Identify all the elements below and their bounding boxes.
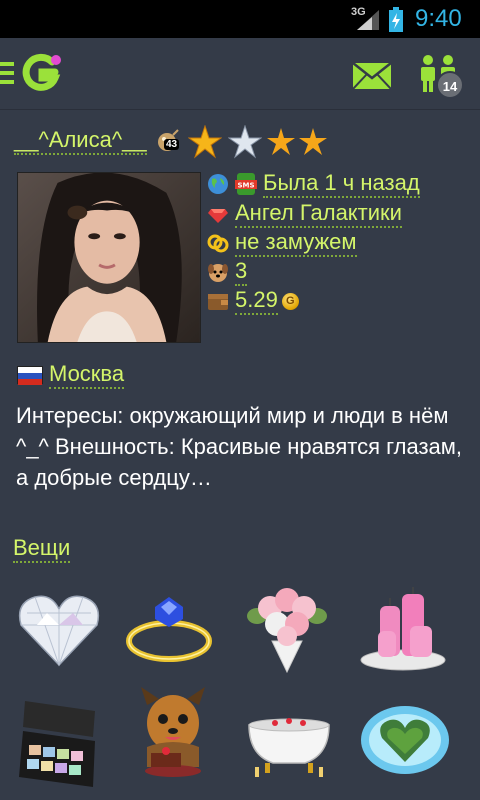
gift-rose-bouquet[interactable] xyxy=(242,585,332,675)
rose-bouquet-icon xyxy=(247,588,327,674)
eyeshadow-palette-icon xyxy=(19,701,95,787)
username-link[interactable]: __^Алиса^__ xyxy=(14,127,147,155)
coin-icon: G xyxy=(281,292,299,310)
globe-icon xyxy=(208,174,228,194)
bomb-count: 43 xyxy=(164,139,180,150)
gift-rose-bath[interactable] xyxy=(244,700,334,790)
gift-yorkie-cake[interactable] xyxy=(128,687,218,780)
last-seen-text[interactable]: Была 1 ч назад xyxy=(263,170,420,198)
heart-island-icon xyxy=(361,706,449,774)
gold-star-icon xyxy=(188,125,222,159)
relationship-text[interactable]: не замужем xyxy=(235,229,357,257)
clock: 9:40 xyxy=(415,5,462,32)
mail-icon[interactable] xyxy=(353,63,391,89)
russia-flag-icon xyxy=(17,366,43,385)
friends-count-badge: 14 xyxy=(436,71,464,99)
silver-star-icon xyxy=(228,125,262,159)
svg-text:SMS: SMS xyxy=(237,182,254,190)
battery-icon xyxy=(389,7,403,32)
gift-sapphire-ring[interactable] xyxy=(124,585,214,675)
city-row: Москва xyxy=(17,361,125,389)
gift-heart-island[interactable] xyxy=(360,695,450,785)
menu-icon[interactable] xyxy=(0,62,14,84)
gold-star-icon xyxy=(267,128,295,155)
gift-pink-candles[interactable] xyxy=(358,585,448,675)
pets-count[interactable]: 3 xyxy=(235,258,248,286)
last-seen-row: SMS Была 1 ч назад xyxy=(207,170,420,198)
signal-icon xyxy=(357,10,379,30)
app-bar: 14 xyxy=(0,38,480,110)
diamond-heart-icon xyxy=(18,595,100,667)
gift-eyeshadow-palette[interactable] xyxy=(14,700,104,790)
balance-value[interactable]: 5.29 xyxy=(235,287,278,315)
gem-icon xyxy=(208,209,228,223)
yorkie-cake-icon xyxy=(141,687,205,777)
city-link[interactable]: Москва xyxy=(49,361,125,389)
sapphire-ring-icon xyxy=(126,597,212,662)
wallet-icon xyxy=(208,294,228,310)
status-text[interactable]: Ангел Галактики xyxy=(235,200,402,228)
gift-diamond-heart[interactable] xyxy=(14,585,104,675)
pink-candles-icon xyxy=(360,587,446,671)
rings-icon xyxy=(207,234,229,253)
rose-bath-icon xyxy=(248,718,330,777)
things-section-title[interactable]: Вещи xyxy=(13,535,71,563)
status-bar: 3G 9:40 xyxy=(0,0,480,38)
profile-avatar[interactable] xyxy=(17,172,201,343)
sms-icon: SMS xyxy=(235,173,257,195)
status-row: Ангел Галактики xyxy=(207,200,402,228)
app-logo[interactable] xyxy=(22,52,62,94)
about-text: Интересы: окружающий мир и люди в нём ^_… xyxy=(16,403,463,490)
pets-row: 3 xyxy=(207,258,248,286)
relationship-row: не замужем xyxy=(207,229,357,257)
balance-row: 5.29 G xyxy=(207,287,299,315)
gold-star-icon xyxy=(299,128,327,155)
dog-icon xyxy=(208,264,228,282)
